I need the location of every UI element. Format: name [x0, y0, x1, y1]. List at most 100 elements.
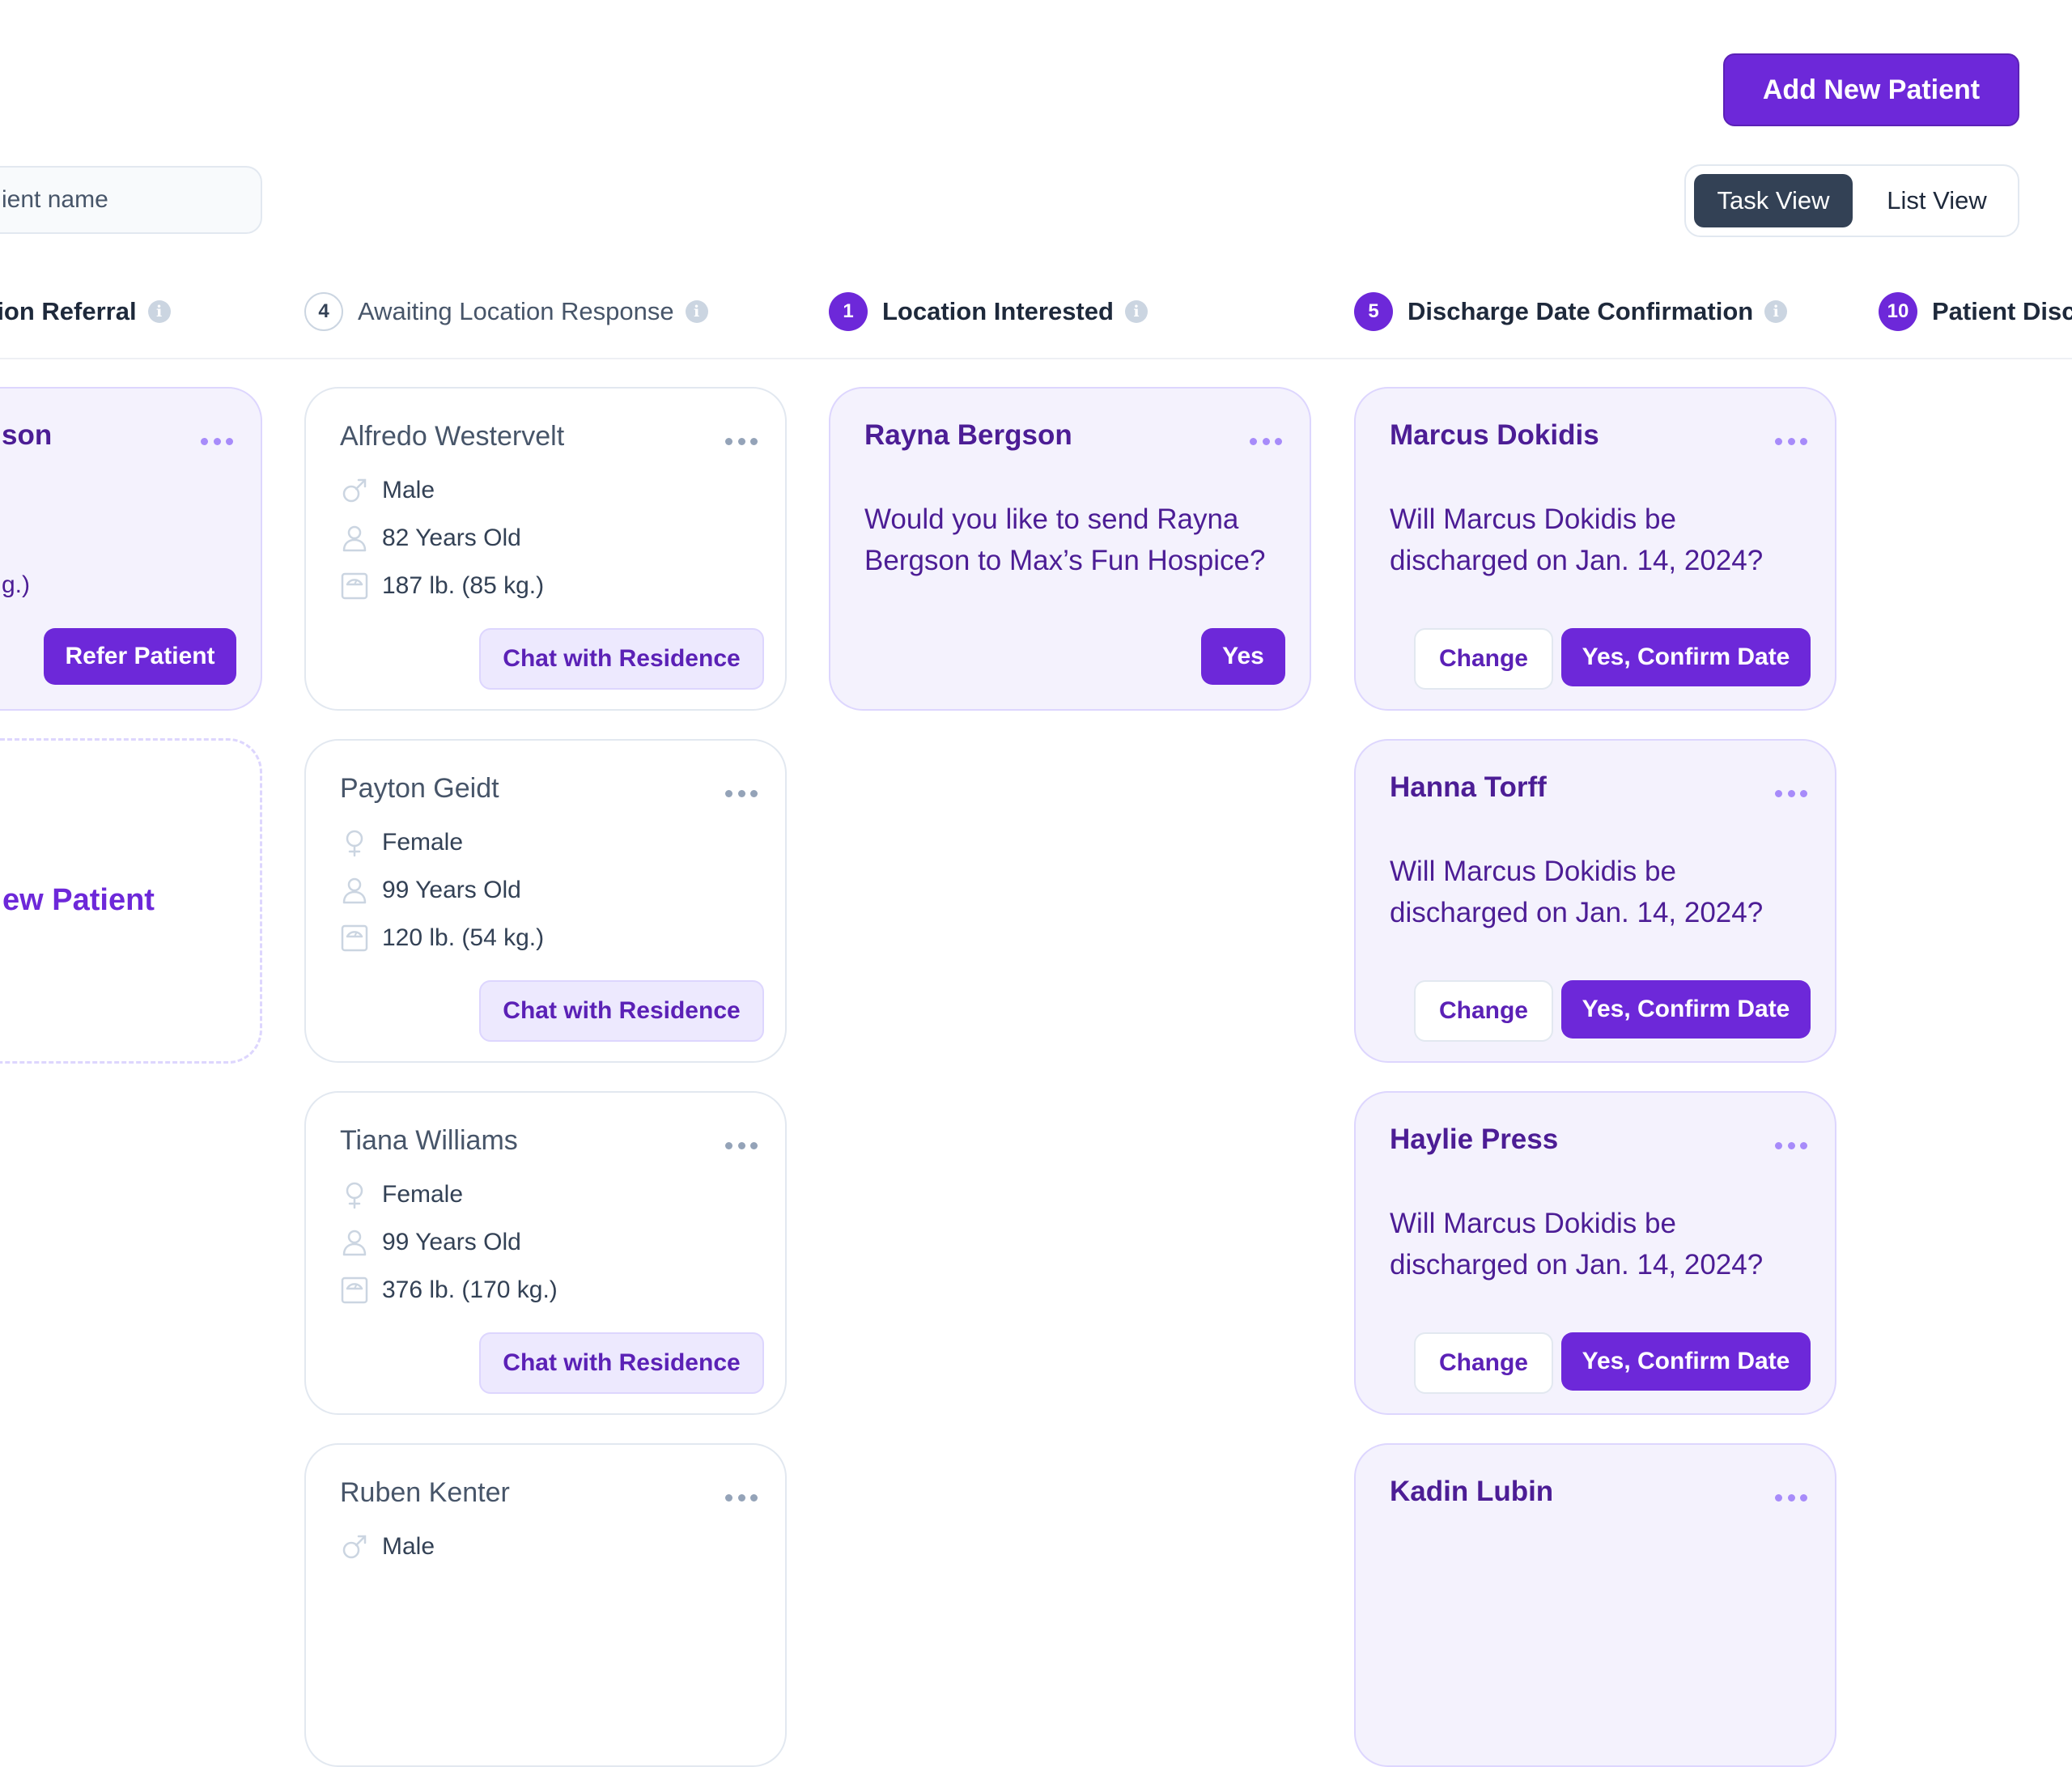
- refer-patient-button[interactable]: Refer Patient: [44, 628, 236, 685]
- yes-button[interactable]: Yes: [1201, 628, 1285, 685]
- person-icon: [342, 877, 367, 904]
- discharge-question: Will Marcus Dokidis be discharged on Jan…: [1390, 1208, 1764, 1281]
- patient-card[interactable]: Marcus Dokidis Will Marcus Dokidis be di…: [1354, 387, 1836, 711]
- more-options-icon[interactable]: [725, 1492, 758, 1503]
- patient-weight-row: 120 lb. (54 kg.): [340, 922, 544, 954]
- column-title: Location Interested: [882, 297, 1114, 325]
- info-icon[interactable]: i: [1764, 300, 1788, 323]
- column-title: Discharge Date Confirmation: [1408, 297, 1754, 325]
- patient-name: Tiana Williams: [340, 1125, 518, 1156]
- female-icon: [346, 830, 363, 857]
- info-icon[interactable]: i: [147, 300, 171, 323]
- patient-name: son: [2, 419, 53, 451]
- more-options-icon[interactable]: [1775, 1492, 1807, 1503]
- column-header-referral: tion Referral i: [0, 289, 171, 334]
- view-toggle: Task View List View: [1684, 164, 2019, 237]
- more-options-icon[interactable]: [1775, 788, 1807, 799]
- add-new-patient-link: ew Patient: [2, 883, 155, 917]
- yes-label: Yes: [1222, 643, 1264, 669]
- patient-age: 99 Years Old: [382, 877, 521, 903]
- confirm-date-button[interactable]: Yes, Confirm Date: [1561, 980, 1811, 1039]
- change-label: Change: [1438, 1349, 1528, 1376]
- patient-card[interactable]: Kadin Lubin: [1354, 1443, 1836, 1767]
- chat-with-residence-button[interactable]: Chat with Residence: [479, 1332, 764, 1394]
- patient-name: Hanna Torff: [1390, 771, 1547, 803]
- change-label: Change: [1438, 645, 1528, 672]
- column-title: tion Referral: [0, 297, 137, 325]
- add-new-patient-label: Add New Patient: [1762, 74, 1981, 105]
- change-date-button[interactable]: Change: [1414, 980, 1553, 1042]
- chat-with-residence-button[interactable]: Chat with Residence: [479, 628, 764, 690]
- list-view-label: List View: [1887, 186, 1987, 215]
- patient-age-row: 99 Years Old: [340, 874, 521, 907]
- column-header-discharge: 5 Discharge Date Confirmation i: [1354, 289, 1788, 334]
- column-count-badge: 4: [304, 292, 343, 331]
- task-view-tab[interactable]: Task View: [1694, 174, 1853, 227]
- more-options-icon[interactable]: [725, 435, 758, 447]
- patient-gender: Female: [382, 829, 464, 856]
- info-icon[interactable]: i: [685, 300, 708, 323]
- patient-gender-row: Female: [340, 826, 463, 859]
- more-options-icon[interactable]: [201, 435, 233, 447]
- male-icon: [342, 1535, 367, 1559]
- change-date-button[interactable]: Change: [1414, 628, 1553, 690]
- scale-icon: [341, 1276, 368, 1304]
- search-placeholder: ient name: [2, 186, 108, 213]
- refer-patient-label: Refer Patient: [65, 643, 215, 669]
- patient-name: Haylie Press: [1390, 1123, 1559, 1155]
- patient-gender: Male: [382, 477, 435, 503]
- patient-card[interactable]: Rayna Bergson Would you like to send Ray…: [829, 387, 1311, 711]
- patient-card[interactable]: Hanna Torff Will Marcus Dokidis be disch…: [1354, 739, 1836, 1063]
- patient-name: Alfredo Westervelt: [340, 421, 565, 452]
- scale-icon: [341, 572, 368, 600]
- confirm-date-button[interactable]: Yes, Confirm Date: [1561, 628, 1811, 686]
- patient-age-row: 82 Years Old: [340, 522, 521, 554]
- patient-age: 82 Years Old: [382, 525, 521, 551]
- more-options-icon[interactable]: [725, 1140, 758, 1151]
- more-options-icon[interactable]: [1775, 1140, 1807, 1151]
- patient-age-row: 99 Years Old: [340, 1226, 521, 1259]
- person-icon: [342, 525, 367, 552]
- patient-name: Payton Geidt: [340, 773, 499, 804]
- add-new-patient-dropzone[interactable]: ew Patient: [0, 738, 262, 1064]
- chat-with-residence-button[interactable]: Chat with Residence: [479, 980, 764, 1042]
- more-options-icon[interactable]: [725, 788, 758, 799]
- column-header-patient-discharged: 10 Patient Disc: [1879, 289, 2072, 334]
- more-options-icon[interactable]: [1250, 435, 1282, 447]
- patient-card[interactable]: son g.) Refer Patient: [0, 387, 262, 711]
- patient-weight: 376 lb. (170 kg.): [382, 1276, 558, 1303]
- patient-card[interactable]: Alfredo Westervelt Male 82 Years Old 187…: [304, 387, 787, 711]
- patient-card[interactable]: Haylie Press Will Marcus Dokidis be disc…: [1354, 1091, 1836, 1415]
- patient-card[interactable]: Payton Geidt Female 99 Years Old 120 lb.…: [304, 739, 787, 1063]
- info-icon[interactable]: i: [1124, 300, 1148, 323]
- patient-weight: 187 lb. (85 kg.): [382, 572, 545, 599]
- patient-name: Marcus Dokidis: [1390, 419, 1599, 451]
- patient-name: Kadin Lubin: [1390, 1476, 1554, 1507]
- column-header-awaiting: 4 Awaiting Location Response i: [304, 289, 708, 334]
- chat-with-residence-label: Chat with Residence: [503, 997, 741, 1024]
- patient-weight: 120 lb. (54 kg.): [382, 924, 545, 951]
- patient-weight-row: 376 lb. (170 kg.): [340, 1274, 558, 1306]
- change-date-button[interactable]: Change: [1414, 1332, 1553, 1394]
- discharge-question: Will Marcus Dokidis be discharged on Jan…: [1390, 856, 1764, 928]
- patient-weight: g.): [2, 571, 31, 598]
- male-icon: [342, 478, 367, 503]
- patient-weight-row: 187 lb. (85 kg.): [340, 570, 544, 602]
- person-icon: [342, 1230, 367, 1256]
- add-new-patient-button[interactable]: Add New Patient: [1723, 53, 2019, 126]
- patient-card[interactable]: Tiana Williams Female 99 Years Old 376 l…: [304, 1091, 787, 1415]
- task-view-label: Task View: [1717, 186, 1830, 215]
- patient-gender: Male: [382, 1533, 435, 1560]
- column-header-interested: 1 Location Interested i: [829, 289, 1148, 334]
- discharge-question: Will Marcus Dokidis be discharged on Jan…: [1390, 503, 1764, 576]
- column-count-badge: 5: [1354, 292, 1393, 331]
- patient-name: Rayna Bergson: [864, 419, 1072, 451]
- more-options-icon[interactable]: [1775, 435, 1807, 447]
- confirm-date-button[interactable]: Yes, Confirm Date: [1561, 1332, 1811, 1391]
- patient-search-input[interactable]: ient name: [0, 166, 262, 234]
- patient-gender-row: Female: [340, 1179, 463, 1211]
- list-view-tab[interactable]: List View: [1858, 174, 2016, 227]
- patient-card[interactable]: Ruben Kenter Male: [304, 1443, 787, 1767]
- patient-gender-row: Male: [340, 474, 435, 507]
- confirm-date-label: Yes, Confirm Date: [1582, 996, 1790, 1022]
